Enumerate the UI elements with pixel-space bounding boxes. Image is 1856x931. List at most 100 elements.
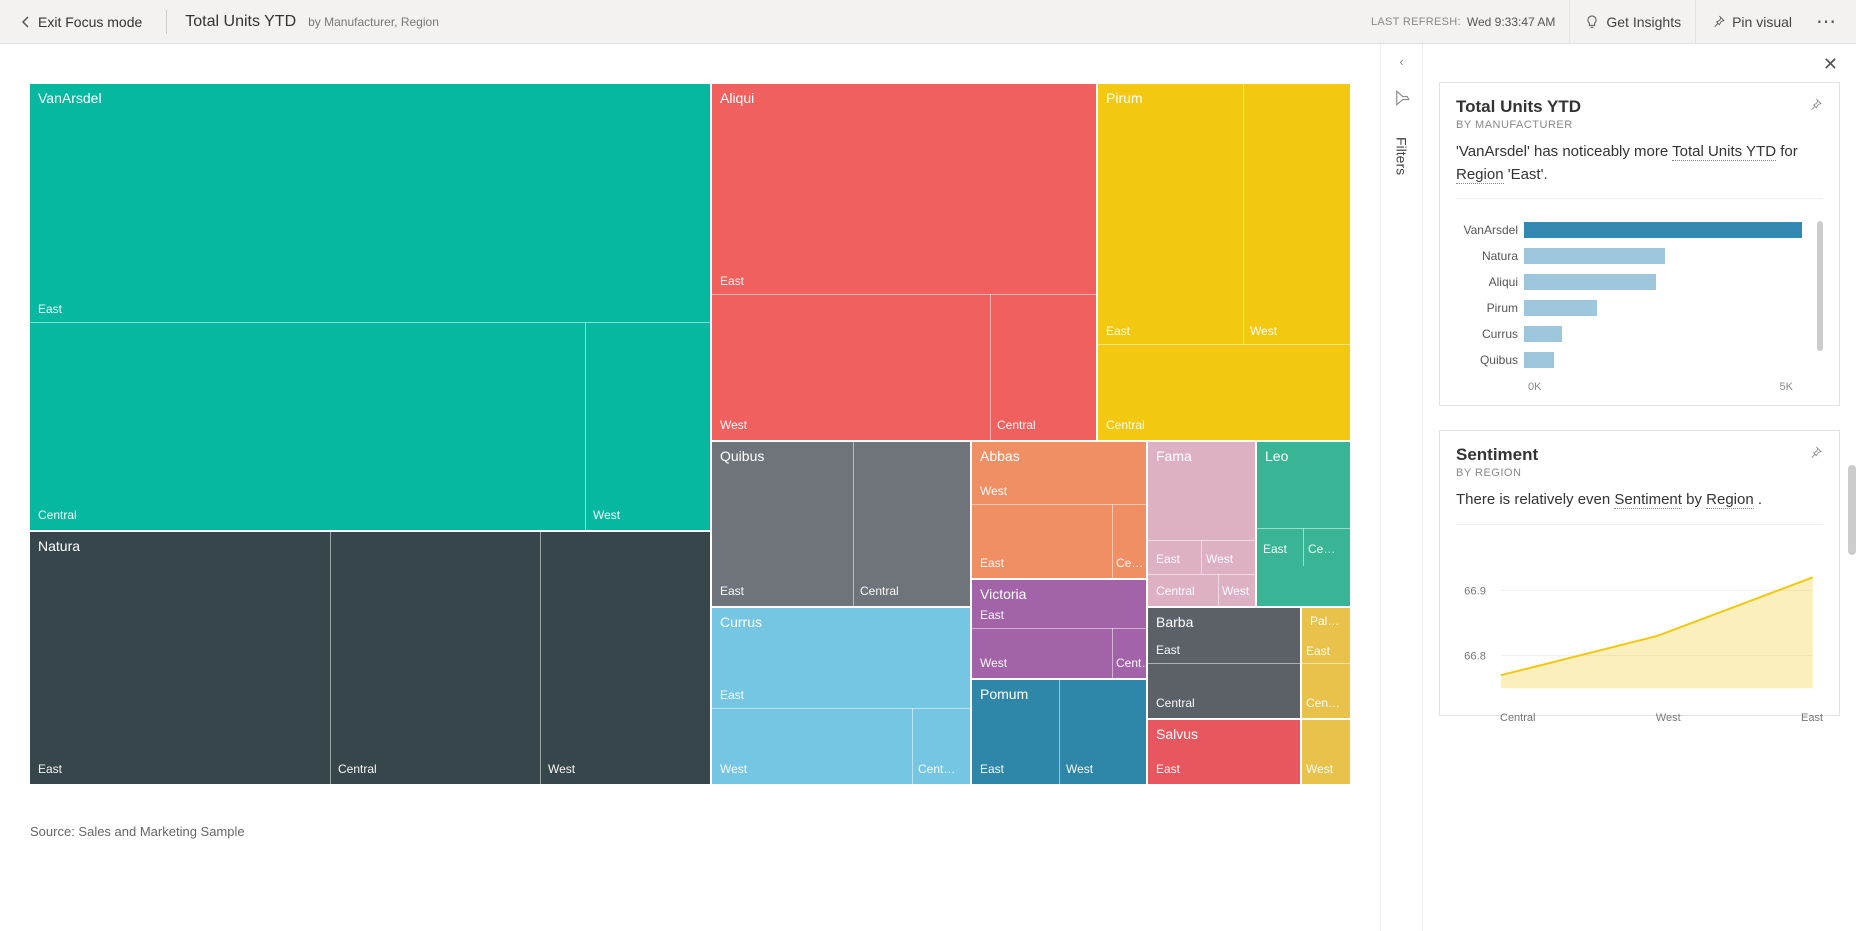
page-subtitle: by Manufacturer, Region: [308, 15, 439, 29]
pin-visual-button[interactable]: Pin visual: [1695, 0, 1806, 44]
svg-text:66.8: 66.8: [1464, 650, 1486, 662]
treemap-sub: East: [720, 584, 744, 598]
pin-icon[interactable]: [1807, 97, 1823, 113]
treemap-label: Natura: [38, 538, 80, 554]
treemap-label: Victoria: [980, 586, 1026, 602]
treemap-sub: East: [1156, 643, 1180, 657]
pin-icon[interactable]: [1807, 445, 1823, 461]
treemap-cell-fama[interactable]: Fama East West Central West: [1148, 442, 1255, 606]
treemap-cell-vanarsdel[interactable]: VanArsdel East Central West: [30, 84, 710, 530]
pin-icon: [1710, 14, 1726, 30]
chevron-left-icon[interactable]: ‹: [1399, 54, 1403, 69]
treemap-sub: Central: [1156, 584, 1195, 598]
treemap-sub: East: [720, 688, 744, 702]
treemap-label: Pal…: [1310, 614, 1339, 628]
treemap-label: Quibus: [720, 448, 764, 464]
source-note: Source: Sales and Marketing Sample: [30, 824, 1350, 839]
treemap-cell-pal-west[interactable]: West: [1302, 720, 1350, 784]
last-refresh-time: Wed 9:33:47 AM: [1467, 15, 1556, 29]
filters-label: Filters: [1394, 137, 1410, 175]
insight-card-2[interactable]: Sentiment BY REGION There is relatively …: [1439, 430, 1840, 716]
treemap-label: Salvus: [1156, 726, 1198, 742]
treemap-cell-abbas[interactable]: Abbas West East Ce…: [972, 442, 1146, 578]
lightbulb-icon: [1584, 14, 1600, 30]
treemap-sub: Cent…: [918, 762, 955, 776]
treemap-cell-quibus[interactable]: Quibus East Central: [712, 442, 970, 606]
insight-subtitle: BY MANUFACTURER: [1456, 119, 1823, 131]
treemap-sub: Central: [1156, 696, 1195, 710]
treemap-sub: West: [548, 762, 575, 776]
insight-card-1[interactable]: Total Units YTD BY MANUFACTURER 'VanArsd…: [1439, 82, 1840, 406]
treemap-cell-leo[interactable]: Leo East Ce…: [1257, 442, 1350, 606]
treemap-sub: East: [980, 762, 1004, 776]
treemap-sub: West: [1250, 324, 1277, 338]
treemap-label: Pirum: [1106, 90, 1143, 106]
divider: [166, 10, 167, 34]
treemap-cell-pomum[interactable]: Pomum East West: [972, 680, 1146, 784]
treemap-sub: West: [1206, 552, 1233, 566]
get-insights-label: Get Insights: [1606, 14, 1681, 30]
insight-title: Total Units YTD: [1456, 97, 1823, 117]
treemap-sub: Ce…: [1116, 556, 1143, 570]
more-options-button[interactable]: ⋯: [1806, 9, 1846, 34]
filters-pane-collapsed[interactable]: ‹ Filters: [1380, 44, 1422, 931]
insight-sentence: There is relatively even Sentiment by Re…: [1456, 489, 1823, 512]
top-toolbar: Exit Focus mode Total Units YTD by Manuf…: [0, 0, 1856, 44]
treemap-sub: Central: [1106, 418, 1145, 432]
treemap-sub: East: [1106, 324, 1130, 338]
treemap-label: Pomum: [980, 686, 1028, 702]
exit-focus-label: Exit Focus mode: [38, 14, 142, 30]
treemap-sub: East: [38, 762, 62, 776]
treemap-sub: West: [720, 418, 747, 432]
treemap-cell-natura[interactable]: Natura East Central West: [30, 532, 710, 784]
insight-sentence: 'VanArsdel' has noticeably more Total Un…: [1456, 141, 1823, 186]
treemap-sub: East: [1263, 542, 1287, 556]
treemap-sub: East: [38, 302, 62, 316]
treemap-label: Currus: [720, 614, 762, 630]
treemap-cell-victoria[interactable]: Victoria East West Cent…: [972, 580, 1146, 678]
last-refresh-label: LAST REFRESH:: [1371, 16, 1461, 28]
insights-pane: ✕ Total Units YTD BY MANUFACTURER 'VanAr…: [1422, 44, 1856, 931]
treemap-label: Aliqui: [720, 90, 754, 106]
treemap-sub: Cen…: [1306, 696, 1340, 710]
treemap-cell-pirum[interactable]: Pirum East West Central: [1098, 84, 1350, 440]
treemap-sub: West: [980, 484, 1007, 498]
treemap-sub: Central: [338, 762, 377, 776]
treemap-sub: West: [720, 762, 747, 776]
insight-area-chart[interactable]: 66.966.8CentralWestEast: [1456, 543, 1823, 703]
treemap-cell-pal[interactable]: Pal… East Cen…: [1302, 608, 1350, 718]
treemap-sub: East: [980, 608, 1004, 622]
treemap-sub: West: [1066, 762, 1093, 776]
close-insights-button[interactable]: ✕: [1823, 54, 1838, 75]
treemap-label: Fama: [1156, 448, 1192, 464]
treemap-label: Leo: [1265, 448, 1288, 464]
treemap-sub: East: [720, 274, 744, 288]
treemap-label: Abbas: [980, 448, 1020, 464]
treemap-cell-currus[interactable]: Currus East West Cent…: [712, 608, 970, 784]
treemap-sub: West: [593, 508, 620, 522]
insight-title: Sentiment: [1456, 445, 1823, 465]
treemap-visual[interactable]: VanArsdel East Central West Natura East …: [30, 84, 1350, 784]
treemap-sub: East: [1156, 552, 1180, 566]
chevron-left-icon: [20, 16, 32, 28]
treemap-sub: West: [1306, 762, 1333, 776]
insight-bar-chart[interactable]: VanArsdelNaturaAliquiPirumCurrusQuibus0K…: [1456, 217, 1823, 393]
filter-icon: [1393, 89, 1411, 107]
treemap-sub: Central: [997, 418, 1036, 432]
treemap-sub: East: [1156, 762, 1180, 776]
treemap-sub: Ce…: [1308, 542, 1335, 556]
page-title: Total Units YTD: [185, 13, 296, 31]
treemap-sub: East: [1306, 644, 1330, 658]
treemap-label: VanArsdel: [38, 90, 102, 106]
treemap-cell-aliqui[interactable]: Aliqui East West Central: [712, 84, 1096, 440]
treemap-sub: East: [980, 556, 1004, 570]
treemap-cell-salvus[interactable]: Salvus East: [1148, 720, 1300, 784]
pin-visual-label: Pin visual: [1732, 14, 1792, 30]
get-insights-button[interactable]: Get Insights: [1569, 0, 1695, 44]
insights-scrollbar[interactable]: [1848, 465, 1856, 555]
treemap-sub: West: [1222, 584, 1249, 598]
treemap-sub: Central: [38, 508, 77, 522]
svg-text:66.9: 66.9: [1464, 585, 1486, 597]
exit-focus-button[interactable]: Exit Focus mode: [10, 14, 152, 30]
treemap-cell-barba[interactable]: Barba East Central: [1148, 608, 1300, 718]
